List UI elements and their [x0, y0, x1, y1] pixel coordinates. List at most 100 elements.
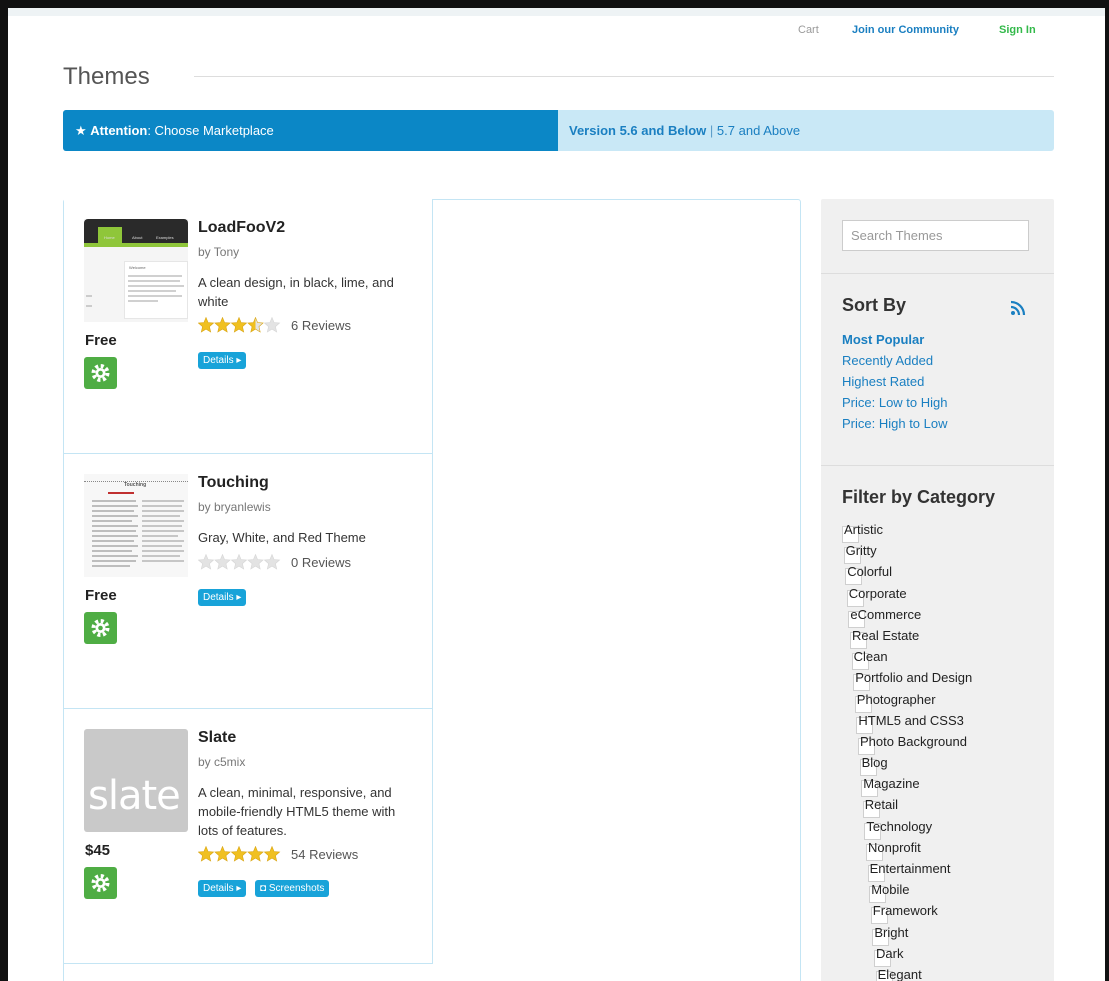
theme-author[interactable]: by Tony	[198, 245, 239, 259]
category-label: Clean	[853, 649, 888, 665]
theme-description: A clean, minimal, responsive, and mobile…	[198, 785, 396, 838]
category-label: Corporate	[848, 585, 907, 601]
rating-stars	[198, 846, 282, 862]
category-label: Bright	[874, 924, 909, 940]
star-icon	[263, 846, 281, 862]
category-label: Photo Background	[860, 733, 967, 749]
chevron-right-icon: ▸	[236, 592, 242, 603]
category-label: Colorful	[847, 564, 892, 580]
sort-options: Most Popular Recently Added Highest Rated P…	[842, 329, 948, 434]
details-button[interactable]: Details ▸	[198, 880, 247, 897]
install-gear-icon[interactable]	[84, 867, 117, 899]
review-count[interactable]: 6 Reviews	[291, 318, 351, 333]
star-icon	[247, 554, 264, 570]
theme-author[interactable]: by bryanlewis	[198, 500, 271, 514]
review-count[interactable]: 54 Reviews	[291, 847, 358, 862]
sort-option[interactable]: Highest Rated	[842, 371, 948, 392]
theme-name[interactable]: LoadFooV2	[198, 219, 285, 237]
theme-price: $45	[85, 842, 111, 859]
theme-name[interactable]: Touching	[198, 474, 269, 492]
attention-message: ★ Attention: Choose Marketplace	[63, 110, 558, 151]
page-frame: Cart Join our Community Sign In Themes ★…	[8, 8, 1105, 981]
chevron-right-icon: ▸	[236, 883, 242, 894]
version-separator: |	[709, 123, 714, 138]
sort-option[interactable]: Most Popular	[842, 329, 948, 350]
theme-thumbnail[interactable]: Touching	[84, 474, 188, 577]
category-label: Magazine	[863, 776, 920, 792]
category-label: Retail	[864, 797, 899, 813]
theme-thumbnail[interactable]: Home About Examples Welcome	[84, 219, 188, 322]
star-icon	[214, 317, 231, 333]
star-icon	[263, 554, 281, 570]
version-switch: Version 5.6 and Below | 5.7 and Above	[558, 110, 800, 151]
category-label: Technology	[866, 818, 933, 834]
star-icon	[214, 554, 231, 570]
category-label: Portfolio and Design	[855, 670, 973, 686]
thumb-caption: slate	[88, 773, 181, 819]
star-icon	[263, 317, 281, 333]
star-icon	[230, 846, 248, 862]
category-label: Artistic	[844, 522, 883, 537]
rss-icon[interactable]	[1010, 300, 1026, 316]
sort-option[interactable]: Recently Added	[842, 350, 948, 371]
theme-description: Gray, White, and Red Theme	[198, 530, 366, 545]
star-icon	[230, 317, 248, 333]
details-label: Details	[203, 592, 234, 603]
category-label: HTML5 and CSS3	[858, 712, 964, 728]
sidebar-divider	[821, 465, 1054, 466]
review-count[interactable]: 0 Reviews	[291, 555, 351, 570]
category-label: Nonprofit	[868, 839, 921, 855]
theme-price: Free	[85, 587, 117, 604]
category-label: Gritty	[845, 543, 877, 559]
search-input[interactable]	[842, 220, 1029, 251]
star-icon	[198, 317, 215, 333]
attention-text: : Choose Marketplace	[147, 123, 274, 138]
thumb-caption: Touching	[124, 482, 147, 488]
install-gear-icon[interactable]	[84, 357, 117, 389]
theme-description: A clean design, in black, lime, and whit…	[198, 275, 394, 309]
details-button[interactable]: Details ▸	[198, 352, 247, 369]
theme-author[interactable]: by c5mix	[198, 755, 245, 769]
rating-stars	[198, 317, 282, 333]
category-label: Photographer	[856, 691, 936, 707]
sort-heading: Sort By	[842, 295, 907, 315]
join-community-link[interactable]: Join our Community	[852, 24, 959, 36]
top-links: Cart Join our Community Sign In	[8, 24, 1105, 40]
screenshots-button[interactable]: ◘ Screenshots	[255, 880, 330, 897]
cart-link[interactable]: Cart	[798, 24, 819, 36]
attention-banner: ★ Attention: Choose Marketplace Version …	[63, 110, 1054, 151]
theme-name[interactable]: Slate	[198, 729, 236, 747]
star-icon	[214, 846, 231, 862]
theme-card-touching: Touching Free Touching by bryanlewis Gra…	[64, 454, 433, 709]
star-icon	[247, 317, 264, 333]
category-label: Framework	[872, 903, 938, 919]
sidebar-divider	[821, 273, 1054, 274]
version-new-link[interactable]: 5.7 and Above	[717, 123, 800, 138]
page-title: Themes	[63, 63, 150, 90]
version-old-link[interactable]: Version 5.6 and Below	[569, 123, 706, 138]
thumb-caption: Welcome	[129, 265, 146, 270]
sort-option[interactable]: Price: Low to High	[842, 392, 948, 413]
rating-stars	[198, 554, 282, 570]
title-divider	[194, 76, 1054, 77]
details-label: Details	[203, 355, 234, 366]
star-icon: ★	[75, 123, 87, 138]
attention-label: Attention	[90, 123, 148, 138]
sort-option[interactable]: Price: High to Low	[842, 413, 948, 434]
sign-in-link[interactable]: Sign In	[999, 24, 1036, 36]
star-icon	[230, 554, 248, 570]
category-label: Real Estate	[852, 627, 920, 643]
category-label: Mobile	[871, 882, 910, 898]
star-icon	[198, 554, 215, 570]
star-icon	[247, 846, 264, 862]
category-label: Entertainment	[869, 861, 951, 876]
details-button[interactable]: Details ▸	[198, 589, 247, 606]
screenshot-icon: ◘	[260, 883, 267, 894]
screenshots-label: Screenshots	[268, 883, 325, 894]
install-gear-icon[interactable]	[84, 612, 117, 644]
star-icon	[198, 846, 215, 862]
category-label: Elegant	[877, 966, 922, 981]
theme-thumbnail[interactable]: slate	[84, 729, 188, 832]
details-label: Details	[203, 883, 234, 894]
filter-heading: Filter by Category	[842, 487, 996, 507]
